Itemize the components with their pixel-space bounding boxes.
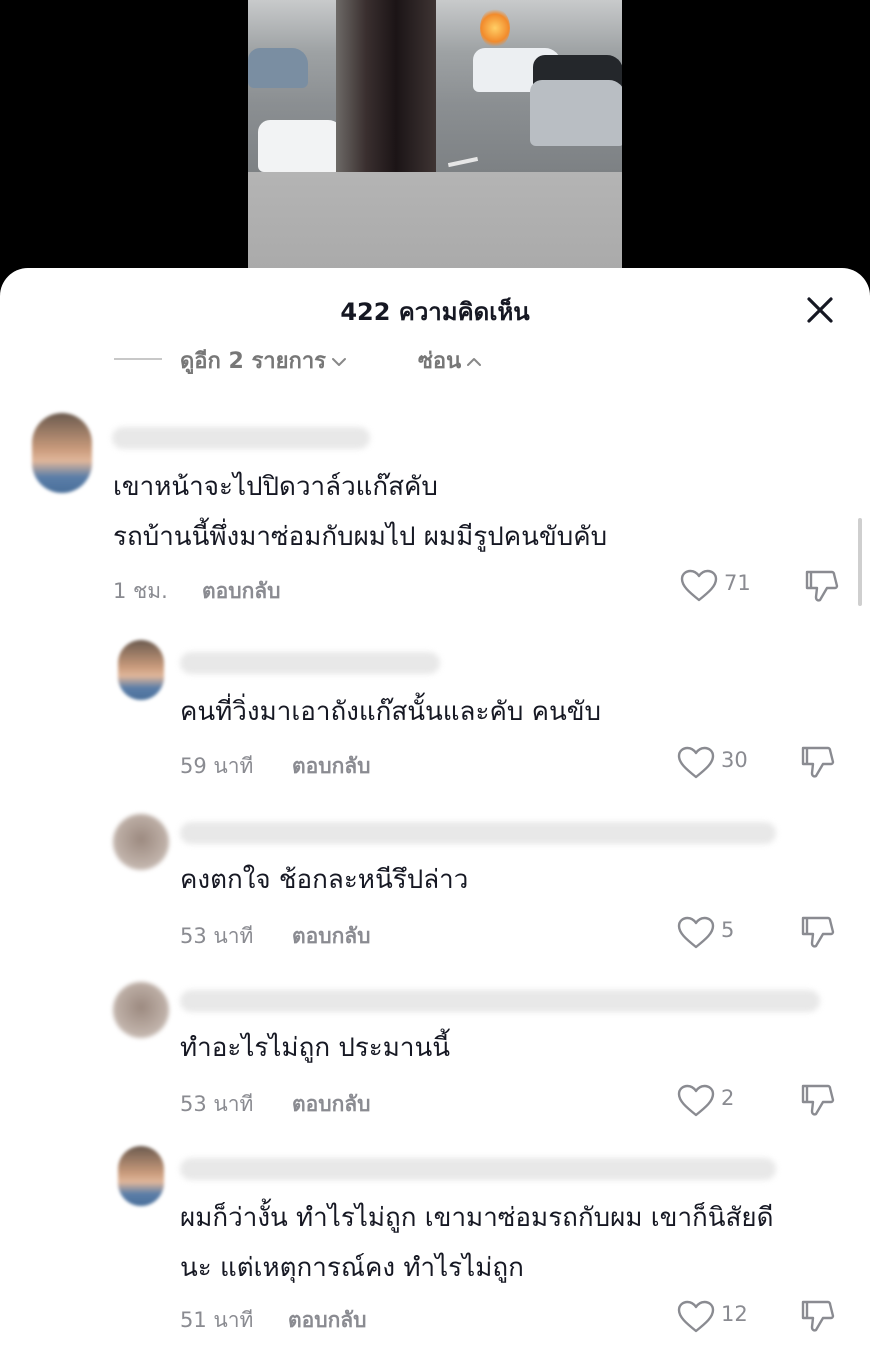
reply-item: คนที่วิ่งมาเอาถังแก๊สนั้นและคับ คนขับ 59…	[0, 640, 870, 790]
comment-timestamp: 53 นาที	[180, 1092, 254, 1116]
avatar[interactable]	[113, 982, 169, 1038]
heart-outline-icon	[677, 916, 715, 949]
view-more-replies-button[interactable]: ดูอีก 2 รายการ	[180, 343, 348, 378]
comment-text: นะ แต่เหตุการณ์คง ทำไรไม่ถูก	[180, 1253, 524, 1283]
comment-text: คงตกใจ ช้อกละหนีรึปล่าว	[180, 865, 469, 895]
thumbs-down-icon	[801, 746, 835, 778]
reply-button[interactable]: ตอบกลับ	[288, 1304, 367, 1337]
dislike-button[interactable]	[799, 914, 835, 950]
like-button[interactable]: 5	[677, 914, 777, 950]
dislike-button[interactable]	[799, 1298, 835, 1334]
video-player[interactable]	[0, 0, 870, 290]
dislike-button[interactable]	[799, 1082, 835, 1118]
comment-item: เขาหน้าจะไปปิดวาล์วแก๊สคับ รถบ้านนี้พึ่ง…	[0, 413, 870, 613]
username[interactable]	[180, 1158, 776, 1180]
username[interactable]	[180, 652, 440, 674]
comment-timestamp: 51 นาที	[180, 1308, 254, 1332]
avatar[interactable]	[113, 814, 169, 870]
like-count: 2	[721, 1086, 735, 1110]
comments-sheet: 422 ความคิดเห็น ดูอีก 2 รายการ ซ่อน เขาห…	[0, 268, 870, 1370]
dislike-button[interactable]	[803, 568, 839, 604]
close-icon	[807, 297, 833, 323]
thumbs-down-icon	[805, 570, 839, 602]
thumbs-down-icon	[801, 1084, 835, 1116]
like-button[interactable]: 71	[680, 567, 780, 603]
close-button[interactable]	[800, 290, 840, 330]
reply-button[interactable]: ตอบกลับ	[202, 575, 281, 608]
reply-item: ทำอะไรไม่ถูก ประมานนี้ 53 นาที ตอบกลับ 2	[0, 978, 870, 1128]
divider	[114, 358, 162, 360]
hide-label: ซ่อน	[418, 349, 462, 374]
like-count: 5	[721, 918, 735, 942]
heart-outline-icon	[677, 1084, 715, 1117]
like-button[interactable]: 30	[677, 744, 777, 780]
dislike-button[interactable]	[799, 744, 835, 780]
heart-outline-icon	[680, 569, 718, 602]
avatar[interactable]	[118, 1146, 164, 1206]
reply-item: ผมก็ว่างั้น ทำไรไม่ถูก เขามาซ่อมรถกับผม …	[0, 1146, 870, 1356]
username[interactable]	[180, 822, 776, 844]
hide-replies-button[interactable]: ซ่อน	[418, 343, 483, 378]
chevron-up-icon	[467, 358, 482, 366]
comment-timestamp: 53 นาที	[180, 924, 254, 948]
username[interactable]	[180, 990, 820, 1012]
comment-text: คนที่วิ่งมาเอาถังแก๊สนั้นและคับ คนขับ	[180, 697, 602, 727]
reply-button[interactable]: ตอบกลับ	[292, 920, 371, 953]
reply-button[interactable]: ตอบกลับ	[292, 750, 371, 783]
comments-count-title: 422 ความคิดเห็น	[340, 298, 530, 326]
comment-timestamp: 59 นาที	[180, 754, 254, 778]
video-frame	[248, 0, 622, 290]
comment-text: ผมก็ว่างั้น ทำไรไม่ถูก เขามาซ่อมรถกับผม …	[180, 1203, 774, 1233]
heart-outline-icon	[677, 1300, 715, 1333]
like-count: 12	[721, 1302, 748, 1326]
avatar[interactable]	[32, 413, 92, 493]
like-button[interactable]: 12	[677, 1298, 777, 1334]
replies-toggle-row: ดูอีก 2 รายการ ซ่อน	[0, 343, 870, 374]
avatar[interactable]	[118, 640, 164, 700]
like-count: 30	[721, 748, 748, 772]
reply-item: คงตกใจ ช้อกละหนีรึปล่าว 53 นาที ตอบกลับ …	[0, 810, 870, 960]
thumbs-down-icon	[801, 1300, 835, 1332]
chevron-down-icon	[332, 358, 346, 366]
thumbs-down-icon	[801, 916, 835, 948]
like-count: 71	[724, 571, 751, 595]
comment-text: รถบ้านนี้พึ่งมาซ่อมกับผมไป ผมมีรูปคนขับค…	[113, 522, 608, 552]
comment-text: ทำอะไรไม่ถูก ประมานนี้	[180, 1033, 451, 1063]
like-button[interactable]: 2	[677, 1082, 777, 1118]
reply-button[interactable]: ตอบกลับ	[292, 1088, 371, 1121]
view-more-label: ดูอีก 2 รายการ	[180, 349, 326, 374]
comment-text: เขาหน้าจะไปปิดวาล์วแก๊สคับ	[113, 472, 438, 502]
username[interactable]	[112, 427, 370, 449]
comment-timestamp: 1 ชม.	[113, 579, 168, 603]
heart-outline-icon	[677, 746, 715, 779]
